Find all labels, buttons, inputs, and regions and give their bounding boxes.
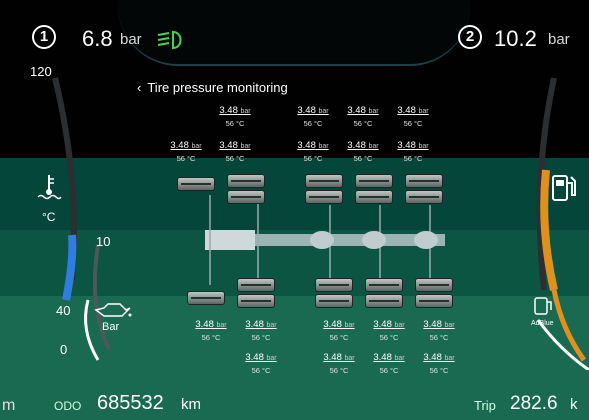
tire-axle2-left-outer[interactable] [227,174,265,188]
tire-axle2-right-inner[interactable] [237,278,275,292]
instrument-cluster-screen: 1 6.8 bar 2 10.2 bar ‹ Tire pressure moni… [0,0,589,420]
tire-reading: 3.48 bar 56 °C [373,352,405,375]
tire-reading: 3.48 bar 56 °C [373,319,405,342]
trip-value: 282.6 [510,393,558,414]
footer-left-fragment: m [2,397,16,414]
tire-reading: 3.48 bar 56 °C [397,140,429,163]
tire-axle1-left[interactable] [177,177,215,191]
tire-reading: 3.48 bar 56 °C [195,319,227,342]
odometer-unit: km [181,396,201,413]
tire-reading: 3.48 bar 56 °C [323,319,355,342]
tire-axle3-right-outer[interactable] [315,294,353,308]
tire-axle2-left-inner[interactable] [227,190,265,204]
tire-axle5-left-inner[interactable] [405,190,443,204]
tire-reading: 3.48 bar 56 °C [245,352,277,375]
tire-axle3-right-inner[interactable] [315,278,353,292]
tire-axle4-left-outer[interactable] [355,174,393,188]
tire-axle2-right-outer[interactable] [237,294,275,308]
tire-reading: 3.48 bar 56 °C [297,140,329,163]
tire-axle5-right-inner[interactable] [415,278,453,292]
tire-reading: 3.48 bar 56 °C [347,105,379,128]
tire-axle3-left-outer[interactable] [305,174,343,188]
tire-reading: 3.48 bar 56 °C [245,319,277,342]
tire-reading: 3.48 bar 56 °C [347,140,379,163]
tire-axle3-left-inner[interactable] [305,190,343,204]
tire-reading: 3.48 bar 56 °C [397,105,429,128]
tire-axle4-left-inner[interactable] [355,190,393,204]
odometer-label: ODO [54,399,82,413]
tire-reading: 3.48 bar 56 °C [323,352,355,375]
tire-axle5-left-outer[interactable] [405,174,443,188]
tire-reading: 3.48 bar 56 °C [219,105,251,128]
tire-reading: 3.48 bar 56 °C [423,352,455,375]
tire-axle4-right-inner[interactable] [365,278,403,292]
tire-reading: 3.48 bar 56 °C [297,105,329,128]
odometer-value: 685532 [97,392,164,414]
tire-reading: 3.48 bar 56 °C [170,140,202,163]
tire-reading: 3.48 bar 56 °C [423,319,455,342]
truck-chassis-diagram [205,195,445,285]
tire-axle5-right-outer[interactable] [415,294,453,308]
tire-axle1-right[interactable] [187,291,225,305]
trip-label: Trip [474,398,496,413]
tire-axle4-right-outer[interactable] [365,294,403,308]
tire-reading: 3.48 bar 56 °C [219,140,251,163]
trip-unit-fragment: k [570,396,578,413]
